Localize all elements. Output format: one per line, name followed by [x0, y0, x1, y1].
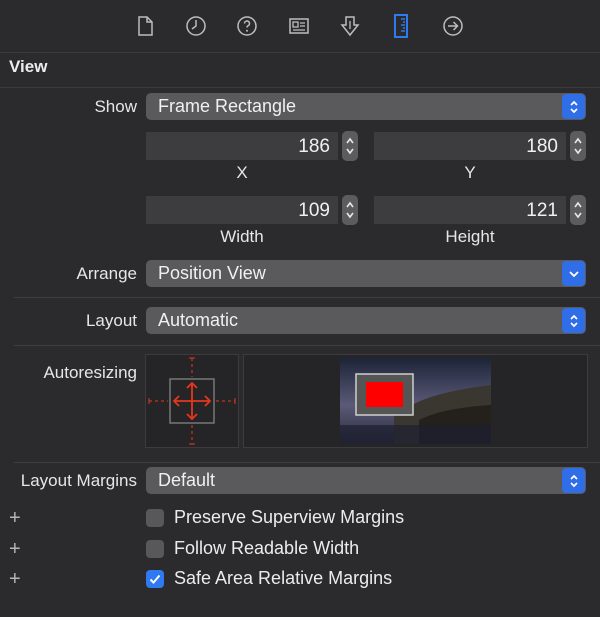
popup-chevron-updown-icon [562, 308, 585, 333]
section-title: View [9, 57, 48, 76]
autoresizing-springs-struts-icon [148, 357, 236, 445]
add-variation-button[interactable]: + [9, 508, 21, 528]
layout-margins-label: Layout Margins [20, 471, 137, 490]
height-label: Height [445, 227, 495, 246]
arrange-label: Arrange [76, 264, 137, 283]
width-stepper[interactable] [342, 195, 358, 225]
show-popup-value: Frame Rectangle [158, 96, 297, 116]
divider [0, 87, 600, 88]
layout-label: Layout [85, 311, 137, 330]
width-field[interactable]: 109 [146, 195, 338, 224]
y-stepper[interactable] [570, 131, 586, 161]
x-field[interactable]: 186 [146, 131, 338, 160]
layout-margins-popup-value: Default [158, 470, 216, 490]
chevron-down-icon [562, 261, 585, 286]
show-label: Show [94, 97, 137, 116]
autoresizing-label: Autoresizing [43, 363, 137, 382]
safe-area-relative-margins-checkbox[interactable] [146, 570, 164, 588]
y-field[interactable]: 180 [374, 131, 566, 160]
checkmark-icon [149, 574, 161, 584]
preserve-superview-margins-label: Preserve Superview Margins [174, 507, 405, 527]
layout-popup[interactable]: Automatic [146, 307, 586, 334]
follow-readable-width-checkbox[interactable] [146, 540, 164, 558]
width-label: Width [220, 227, 264, 246]
show-popup[interactable]: Frame Rectangle [146, 93, 586, 120]
safe-area-relative-margins-label: Safe Area Relative Margins [174, 568, 393, 588]
x-label: X [236, 163, 248, 182]
popup-chevron-updown-icon [562, 468, 585, 493]
history-inspector-icon[interactable] [184, 14, 208, 38]
size-inspector-icon[interactable] [389, 14, 413, 38]
x-stepper[interactable] [342, 131, 358, 161]
inspector-toolbar [0, 0, 600, 53]
popup-chevron-updown-icon [562, 94, 585, 119]
attributes-inspector-icon[interactable] [338, 14, 362, 38]
autoresizing-preview-image [340, 358, 491, 444]
height-field[interactable]: 121 [374, 195, 566, 224]
divider [14, 462, 600, 463]
connections-inspector-icon[interactable] [441, 14, 465, 38]
add-variation-button[interactable]: + [9, 569, 21, 589]
arrange-popup-value: Position View [158, 263, 266, 283]
identity-inspector-icon[interactable] [287, 14, 311, 38]
arrange-popup[interactable]: Position View [146, 260, 586, 287]
layout-popup-value: Automatic [158, 310, 239, 330]
height-stepper[interactable] [570, 195, 586, 225]
autoresizing-mask-control[interactable] [145, 354, 239, 448]
y-label: Y [464, 163, 476, 182]
follow-readable-width-label: Follow Readable Width [174, 538, 360, 558]
file-inspector-icon[interactable] [133, 14, 157, 38]
add-variation-button[interactable]: + [9, 539, 21, 559]
divider [14, 297, 600, 298]
preserve-superview-margins-checkbox[interactable] [146, 509, 164, 527]
autoresizing-preview [243, 354, 588, 448]
divider [14, 345, 600, 346]
layout-margins-popup[interactable]: Default [146, 467, 586, 494]
quick-help-icon[interactable] [235, 14, 259, 38]
